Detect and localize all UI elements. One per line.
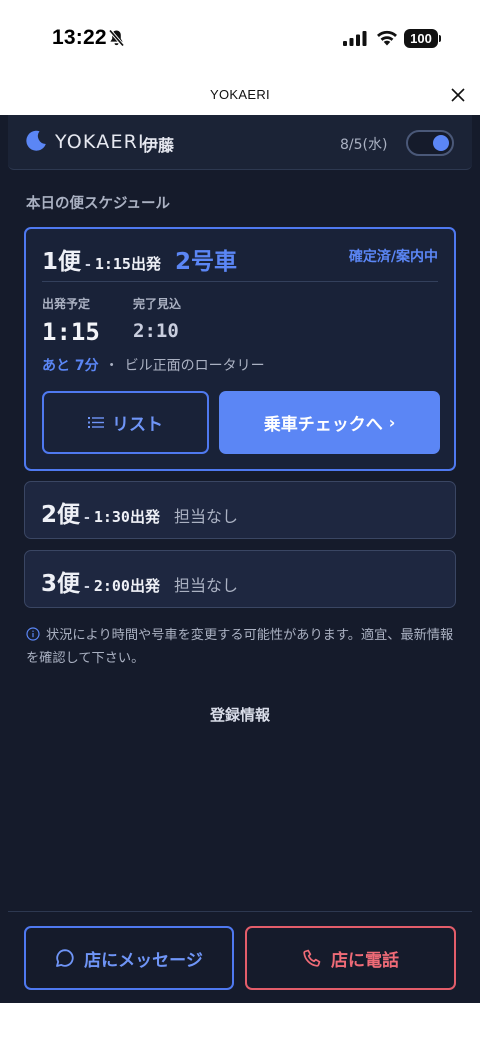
footer-actions: 店にメッセージ 店に電話	[8, 911, 472, 1003]
separator: ・	[104, 358, 119, 374]
app-header: YOKAERI 伊藤 8/5(水)	[8, 115, 472, 170]
webview-title: YOKAERI	[210, 87, 270, 102]
trip-card[interactable]: 2便 - 1:30 出発 担当なし	[24, 481, 456, 539]
trip-heading: 1便 - 1:15 出発 2号車	[42, 242, 237, 276]
moon-logo-icon	[26, 130, 46, 151]
message-store-button[interactable]: 店にメッセージ	[24, 926, 234, 990]
webview-header: YOKAERI	[0, 76, 480, 115]
trip-assignee: 担当なし	[173, 576, 238, 595]
registration-info-link[interactable]: 登録情報	[0, 704, 480, 725]
battery-indicator: 100	[404, 29, 438, 48]
trip-departure-suffix: 出発	[129, 508, 160, 526]
estimated-completion: 完了見込 2:10	[133, 295, 181, 342]
estimated-completion-label: 完了見込	[133, 297, 182, 311]
planned-departure-value: 1:15	[42, 318, 100, 346]
toggle-knob	[433, 135, 449, 151]
mode-toggle[interactable]	[406, 130, 454, 156]
phone-icon	[303, 949, 321, 967]
current-date: 8/5(水)	[340, 137, 388, 153]
trip-dash: -	[84, 579, 90, 595]
brand-name: YOKAERI	[55, 131, 145, 153]
planned-departure: 出発予定 1:15	[42, 295, 100, 346]
trip-departure-time: 1:30	[93, 508, 130, 526]
pickup-info: あと 7分・ビル正面のロータリー	[42, 355, 265, 375]
time-remaining: あと 7分	[42, 358, 99, 374]
trip-assignee: 担当なし	[173, 507, 238, 526]
wifi-icon	[377, 30, 397, 46]
list-icon	[88, 417, 104, 428]
bell-off-icon	[108, 29, 125, 47]
notice: 状況により時間や号車を変更する可能性があります。適宜、最新情報を確認して下さい。	[26, 624, 456, 670]
status-badge: 確定済/案内中	[348, 249, 438, 265]
trip-departure-suffix: 出発	[130, 255, 161, 273]
car-number: 2号車	[174, 249, 237, 275]
status-time: 13:22	[52, 26, 107, 49]
trip-departure-time: 2:00	[93, 577, 130, 595]
bottom-safe-area	[0, 1003, 480, 1044]
boarding-check-label: 乗車チェックへ	[263, 415, 383, 435]
list-button[interactable]: リスト	[42, 391, 209, 454]
trip-card-active: 1便 - 1:15 出発 2号車 確定済/案内中 出発予定 1:15 完了見込 …	[24, 227, 456, 471]
call-store-label: 店に電話	[331, 950, 399, 971]
message-store-label: 店にメッセージ	[84, 950, 203, 971]
pickup-location: ビル正面のロータリー	[124, 358, 265, 374]
info-icon	[26, 627, 40, 641]
trip-number: 2便	[41, 502, 81, 528]
call-store-button[interactable]: 店に電話	[245, 926, 456, 990]
trip-departure-suffix: 出発	[129, 577, 160, 595]
chat-bubble-icon	[56, 949, 74, 967]
close-icon[interactable]	[450, 87, 466, 103]
status-bar: 13:22 100	[0, 0, 480, 76]
trip-dash: -	[85, 257, 91, 273]
trip-dash: -	[84, 510, 90, 526]
notice-text: 状況により時間や号車を変更する可能性があります。適宜、最新情報を確認して下さい。	[26, 628, 454, 666]
trip-heading: 2便 - 1:30 出発 担当なし	[41, 495, 238, 529]
trip-card[interactable]: 3便 - 2:00 出発 担当なし	[24, 550, 456, 608]
cellular-signal-icon	[343, 31, 367, 46]
planned-departure-label: 出発予定	[42, 297, 91, 311]
estimated-completion-value: 2:10	[133, 320, 179, 342]
section-title: 本日の便スケジュール	[26, 196, 170, 212]
user-name: 伊藤	[142, 136, 175, 155]
list-button-label: リスト	[112, 415, 163, 435]
chevron-right-icon: ›	[388, 413, 396, 432]
trip-number: 1便	[42, 249, 82, 275]
trip-departure-time: 1:15	[94, 255, 131, 273]
trip-number: 3便	[41, 571, 81, 597]
battery-tip	[439, 35, 441, 42]
trip-heading: 3便 - 2:00 出発 担当なし	[41, 564, 238, 598]
card-divider	[42, 281, 438, 282]
boarding-check-button[interactable]: 乗車チェックへ ›	[219, 391, 440, 454]
app-container: YOKAERI 伊藤 8/5(水) 本日の便スケジュール 1便 - 1:15 出…	[0, 115, 480, 1003]
